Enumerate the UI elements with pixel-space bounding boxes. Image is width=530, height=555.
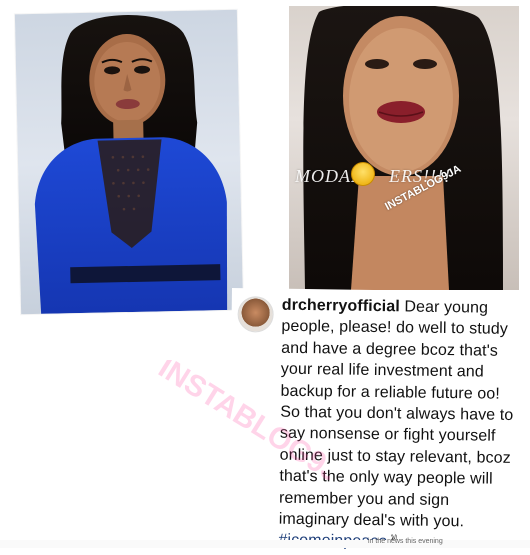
right-photo-art	[303, 6, 503, 290]
avatar[interactable]	[237, 296, 274, 333]
comment-username[interactable]: drcherryofficial	[282, 297, 400, 316]
comment-body: Dear young people, please! do well to st…	[278, 298, 514, 531]
collage: MODAF ERS!!!! INSTABLOG9JA drcherryoffici…	[0, 0, 530, 553]
bottom-strip	[0, 540, 530, 548]
right-photo: MODAF ERS!!!! INSTABLOG9JA	[289, 6, 519, 290]
comment-text: drcherryofficial Dear young people, plea…	[278, 295, 524, 555]
comment-card: drcherryofficial Dear young people, plea…	[228, 288, 530, 555]
worried-emoji-icon	[351, 162, 375, 186]
left-photo-art	[34, 15, 228, 314]
caption-fragment: in the news this evening	[368, 538, 443, 545]
left-photo	[14, 9, 244, 315]
